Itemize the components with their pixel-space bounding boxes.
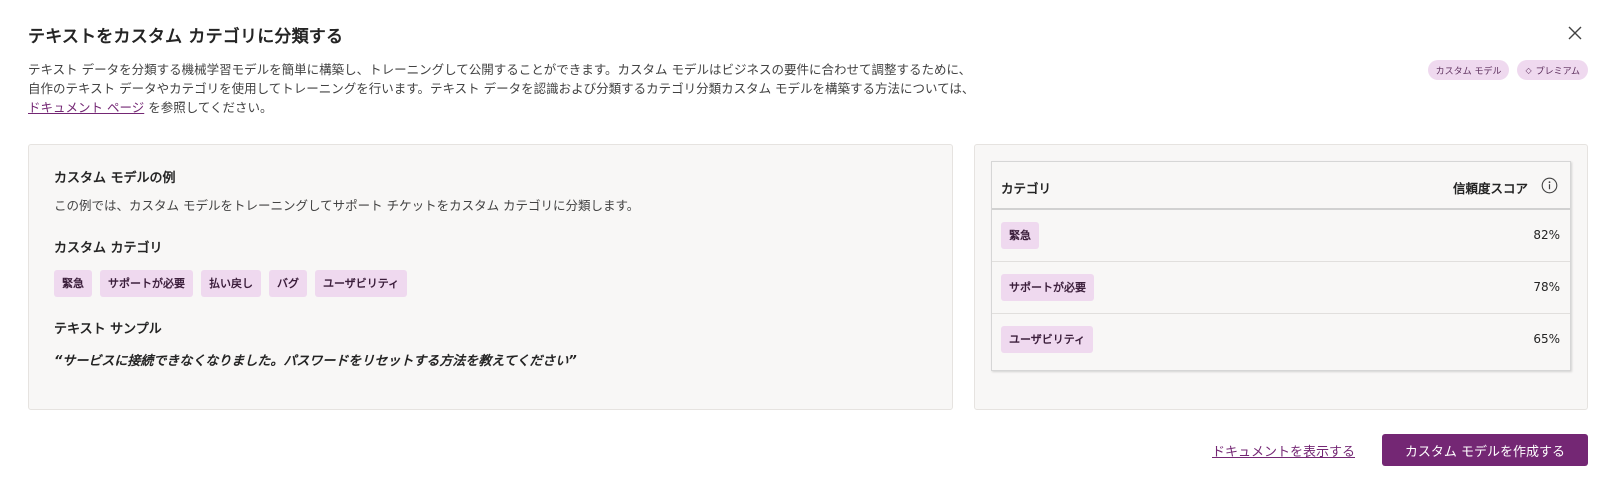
custom-model-tag-label: カスタム モデル bbox=[1435, 66, 1502, 77]
close-icon bbox=[1568, 26, 1582, 40]
table-header: カテゴリ 信頼度スコア bbox=[992, 162, 1570, 210]
category-chip: ユーザビリティ bbox=[315, 270, 408, 297]
custom-model-tag: カスタム モデル bbox=[1427, 60, 1510, 80]
description-line-2: 自作のテキスト データやカテゴリを使用してトレーニングを行います。テキスト デー… bbox=[28, 81, 975, 96]
table-row: ユーザビリティ 65% bbox=[992, 314, 1570, 366]
category-chip: サポートが必要 bbox=[100, 270, 193, 297]
results-table: カテゴリ 信頼度スコア 緊急 82% サポートが必要 78% ユーザビリティ 6… bbox=[991, 161, 1571, 371]
documentation-page-link[interactable]: ドキュメント ページ bbox=[28, 100, 144, 115]
row-category-chip: ユーザビリティ bbox=[1001, 326, 1094, 353]
tag-group: カスタム モデル ◇ プレミアム bbox=[1427, 60, 1588, 80]
table-row: サポートが必要 78% bbox=[992, 262, 1570, 314]
description-line-3: ドキュメント ページ を参照してください。 bbox=[28, 98, 1088, 117]
example-text: この例では、カスタム モデルをトレーニングしてサポート チケットをカスタム カテ… bbox=[54, 198, 640, 213]
premium-tag-label: プレミアム bbox=[1535, 66, 1580, 77]
description-line-1: テキスト データを分類する機械学習モデルを簡単に構築し、トレーニングして公開する… bbox=[28, 62, 972, 77]
description-suffix: を参照してください。 bbox=[144, 100, 273, 115]
close-button[interactable] bbox=[1566, 24, 1584, 42]
example-heading: カスタム モデルの例 bbox=[54, 171, 176, 186]
categories-heading: カスタム カテゴリ bbox=[54, 241, 163, 256]
column-header-score: 信頼度スコア bbox=[1452, 181, 1528, 196]
sample-heading: テキスト サンプル bbox=[54, 322, 162, 337]
category-chip-list: 緊急 サポートが必要 払い戻し バグ ユーザビリティ bbox=[54, 270, 408, 297]
dialog: テキストをカスタム カテゴリに分類する テキスト データを分類する機械学習モデル… bbox=[0, 0, 1612, 490]
row-score: 78% bbox=[1533, 280, 1560, 294]
dialog-title: テキストをカスタム カテゴリに分類する bbox=[28, 27, 344, 47]
example-panel: カスタム モデルの例 この例では、カスタム モデルをトレーニングしてサポート チ… bbox=[28, 144, 953, 410]
results-panel: カテゴリ 信頼度スコア 緊急 82% サポートが必要 78% ユーザビリティ 6… bbox=[974, 144, 1588, 410]
category-chip: 緊急 bbox=[54, 270, 92, 297]
info-icon[interactable] bbox=[1541, 177, 1558, 194]
sample-text: “サービスに接続できなくなりました。パスワードをリセットする方法を教えてください… bbox=[54, 354, 577, 369]
row-score: 82% bbox=[1533, 228, 1560, 242]
category-chip: 払い戻し bbox=[201, 270, 261, 297]
diamond-icon: ◇ bbox=[1525, 65, 1532, 75]
premium-tag: ◇ プレミアム bbox=[1517, 60, 1588, 80]
create-custom-model-button[interactable]: カスタム モデルを作成する bbox=[1382, 434, 1588, 466]
table-row: 緊急 82% bbox=[992, 210, 1570, 262]
row-score: 65% bbox=[1533, 332, 1560, 346]
row-category-chip: サポートが必要 bbox=[1001, 274, 1094, 301]
row-category-chip: 緊急 bbox=[1001, 222, 1039, 249]
category-chip: バグ bbox=[269, 270, 307, 297]
dialog-description: テキスト データを分類する機械学習モデルを簡単に構築し、トレーニングして公開する… bbox=[28, 60, 1088, 117]
view-documentation-link[interactable]: ドキュメントを表示する bbox=[1212, 441, 1355, 460]
column-header-category: カテゴリ bbox=[1001, 181, 1052, 196]
